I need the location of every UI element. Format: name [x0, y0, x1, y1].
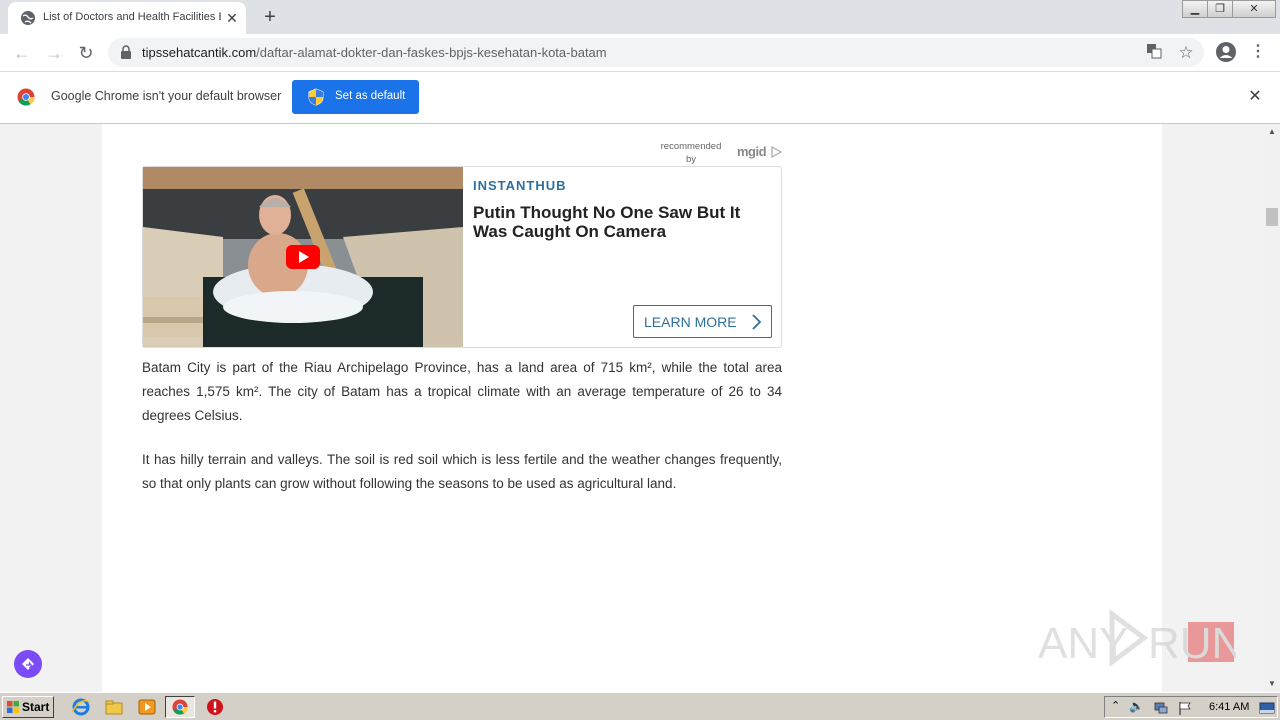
close-tab-icon[interactable]: ✕	[222, 8, 242, 28]
reload-icon[interactable]: ↻	[73, 40, 99, 66]
watermark-text-right: RUN	[1148, 619, 1236, 668]
browser-toolbar: ← → ↻ tipssehatcantik.com/daftar-alamat-…	[0, 34, 1280, 71]
article-paragraph-1: Batam City is part of the Riau Archipela…	[142, 360, 782, 423]
security-alert-icon[interactable]	[204, 697, 226, 717]
recommended-by-label: recommended by	[660, 141, 722, 165]
show-desktop-icon[interactable]	[1259, 701, 1275, 715]
media-player-icon[interactable]	[136, 697, 158, 717]
page-scrollbar[interactable]: ▲ ▼	[1264, 124, 1280, 692]
system-tray: ⌃ 🔈 6:41 AM	[1104, 696, 1278, 718]
file-explorer-icon[interactable]	[103, 697, 125, 717]
forward-icon[interactable]: →	[41, 40, 67, 66]
translate-icon[interactable]	[1144, 43, 1164, 63]
learn-more-button[interactable]: LEARN MORE	[633, 305, 772, 338]
start-button[interactable]: Start	[2, 696, 54, 718]
taskbar-clock[interactable]: 6:41 AM	[1209, 701, 1249, 713]
tab-title: List of Doctors and Health Facilities BP…	[43, 11, 221, 23]
anyrun-watermark: ANY RUN	[1036, 606, 1243, 670]
start-label: Start	[22, 700, 50, 714]
shield-icon	[308, 88, 324, 106]
minimize-icon[interactable]: ▁	[1182, 0, 1208, 18]
chevron-right-icon	[752, 314, 762, 330]
url-path: /daftar-alamat-dokter-dan-faskes-bpjs-ke…	[256, 45, 607, 60]
restore-icon[interactable]: ❐	[1207, 0, 1233, 18]
menu-icon[interactable]: ⋮	[1250, 41, 1266, 63]
close-window-icon[interactable]: ✕	[1232, 0, 1276, 18]
ad-thumbnail[interactable]	[143, 167, 463, 347]
default-browser-infobar: Google Chrome isn't your default browser…	[0, 71, 1280, 124]
address-bar[interactable]: tipssehatcantik.com/daftar-alamat-dokter…	[108, 38, 1204, 67]
url-domain: tipssehatcantik.com	[142, 45, 257, 60]
url-text: tipssehatcantik.com/daftar-alamat-dokter…	[142, 45, 607, 60]
adchoices-play-icon[interactable]	[770, 146, 782, 158]
scrollbar-thumb[interactable]	[1266, 208, 1278, 226]
anyrun-watermark-logo: ANY RUN	[1038, 609, 1243, 668]
internet-explorer-icon[interactable]	[70, 697, 92, 717]
youtube-play-icon[interactable]	[286, 245, 320, 269]
tab-strip: List of Doctors and Health Facilities BP…	[0, 0, 1280, 34]
scroll-up-arrow-icon[interactable]: ▲	[1264, 124, 1280, 140]
windows-flag-icon	[7, 701, 19, 713]
bookmark-star-icon[interactable]: ☆	[1176, 43, 1196, 63]
ad-headline[interactable]: Putin Thought No One Saw But It Was Caug…	[473, 203, 773, 241]
chrome-logo-icon	[17, 88, 35, 106]
learn-more-label: LEARN MORE	[644, 314, 737, 330]
network-icon[interactable]	[1153, 700, 1169, 716]
windows-taskbar: Start ⌃ 🔈 6:41 AM	[0, 692, 1280, 720]
back-icon[interactable]: ←	[9, 40, 35, 66]
set-as-default-label: Set as default	[335, 90, 406, 102]
browser-tab[interactable]: List of Doctors and Health Facilities BP…	[8, 2, 246, 34]
mgid-logo[interactable]: mgid	[737, 144, 767, 159]
set-as-default-button[interactable]: Set as default	[292, 80, 419, 114]
article-paragraph-2: It has hilly terrain and valleys. The so…	[142, 452, 782, 491]
new-tab-button[interactable]: +	[258, 6, 282, 28]
lock-icon	[121, 45, 131, 59]
volume-icon[interactable]: 🔈	[1129, 699, 1144, 713]
action-center-flag-icon[interactable]	[1177, 700, 1193, 716]
close-infobar-icon[interactable]: ✕	[1244, 86, 1266, 108]
scroll-down-arrow-icon[interactable]: ▼	[1264, 676, 1280, 692]
article-container: recommended by mgid INSTANTHUB Putin Tho…	[102, 124, 1162, 692]
tray-expand-icon[interactable]: ⌃	[1111, 699, 1120, 712]
ad-source-label: INSTANTHUB	[473, 178, 567, 193]
sponsored-ad-card[interactable]: INSTANTHUB Putin Thought No One Saw But …	[142, 166, 782, 348]
infobar-message: Google Chrome isn't your default browser	[51, 89, 282, 103]
profile-icon[interactable]	[1215, 41, 1237, 63]
floating-action-button[interactable]	[14, 650, 42, 678]
globe-icon	[21, 11, 35, 25]
chrome-taskbar-icon	[172, 699, 188, 715]
chrome-taskbar-button[interactable]	[165, 696, 195, 718]
diamond-arrow-icon	[22, 658, 34, 670]
